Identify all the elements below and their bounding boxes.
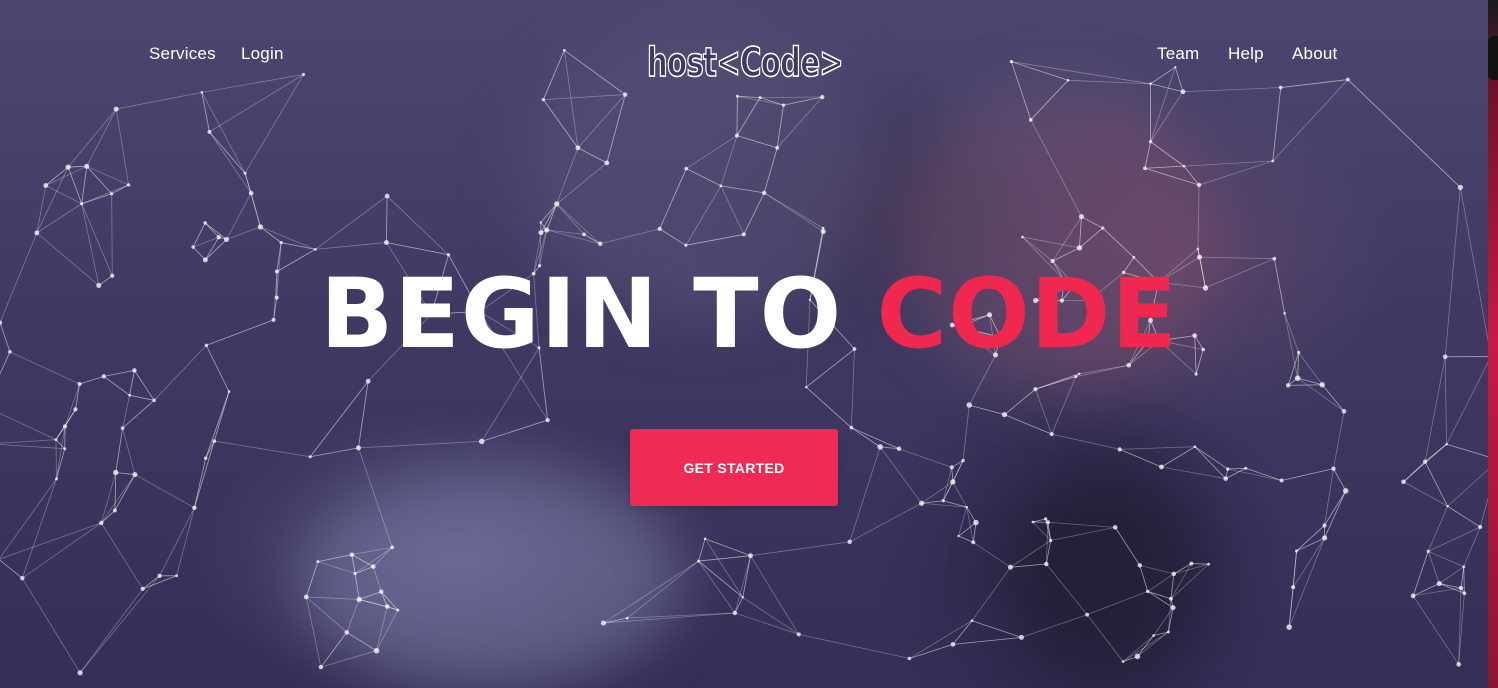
nav-services-link[interactable]: Services [149, 44, 216, 64]
headline-accent-text: CODE [876, 258, 1178, 370]
window-edge-handle[interactable] [1488, 36, 1498, 80]
get-started-button[interactable]: GET STARTED [630, 429, 838, 506]
hero-headline: BEGIN TO CODE [0, 258, 1498, 370]
hero-section: Services Login host<Code> Team Help Abou… [0, 0, 1498, 688]
nav-login-link[interactable]: Login [241, 44, 284, 64]
headline-main-text: BEGIN TO [320, 258, 877, 370]
window-edge-bar [1488, 0, 1498, 688]
nav-help-link[interactable]: Help [1228, 44, 1264, 64]
logo-text: host<Code> [647, 40, 843, 86]
nav-team-link[interactable]: Team [1157, 44, 1199, 64]
site-logo[interactable]: host<Code> [645, 36, 845, 86]
nav-about-link[interactable]: About [1292, 44, 1337, 64]
